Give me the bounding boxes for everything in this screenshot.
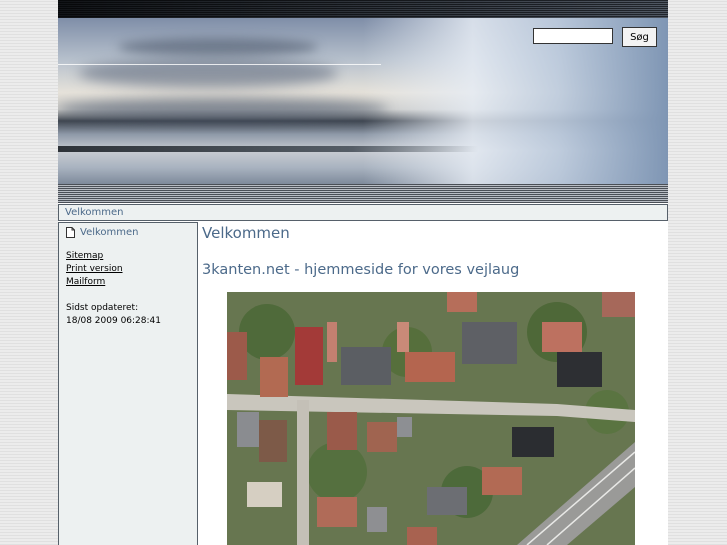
breadcrumb: Velkommen	[58, 204, 668, 221]
main-content: Velkommen 3kanten.net - hjemmeside for v…	[200, 222, 668, 545]
header-top-stripes	[58, 0, 668, 18]
aerial-photo	[227, 292, 635, 545]
sidebar-item-label: Velkommen	[80, 227, 139, 238]
breadcrumb-current[interactable]: Velkommen	[65, 207, 124, 218]
last-updated-value: 18/08 2009 06:28:41	[66, 316, 161, 326]
sidebar-links: Sitemap Print version Mailform	[66, 250, 123, 289]
horizon-land	[58, 146, 478, 152]
sitemap-link[interactable]: Sitemap	[66, 250, 123, 263]
last-updated: Sidst opdateret: 18/08 2009 06:28:41	[66, 302, 161, 328]
mailform-link[interactable]: Mailform	[66, 276, 123, 289]
header-banner: Søg	[58, 0, 668, 203]
page-title: Velkommen	[202, 224, 290, 242]
page: Søg Velkommen Velkommen Sitemap Print ve…	[58, 0, 668, 545]
page-subtitle: 3kanten.net - hjemmeside for vores vejla…	[202, 262, 520, 278]
cloud	[78, 58, 338, 88]
search-button[interactable]: Søg	[622, 27, 657, 47]
sidebar-item-velkommen[interactable]: Velkommen	[66, 227, 139, 238]
last-updated-label: Sidst opdateret:	[66, 303, 139, 313]
document-icon	[66, 227, 75, 238]
header-bottom-stripes	[58, 184, 668, 203]
search-input[interactable]	[533, 28, 613, 44]
cloud	[118, 38, 318, 56]
sidebar: Velkommen Sitemap Print version Mailform…	[58, 222, 198, 545]
print-version-link[interactable]: Print version	[66, 263, 123, 276]
header-divider-line	[58, 64, 381, 65]
cloud	[58, 98, 388, 120]
